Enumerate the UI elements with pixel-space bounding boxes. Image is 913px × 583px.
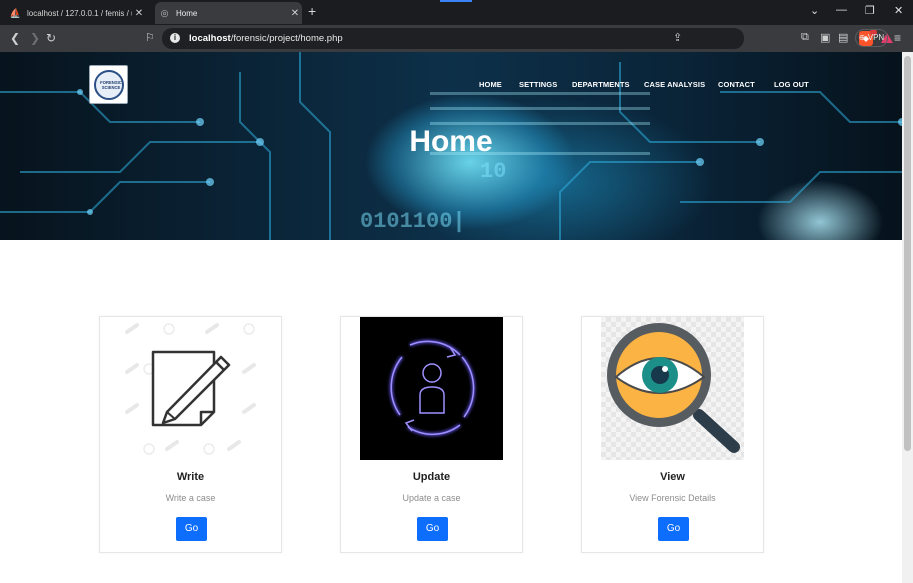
new-tab-button[interactable]: + xyxy=(308,3,316,19)
hero-banner: 0101100| 10 FORENSIC SCIENCE HOME SETTIN… xyxy=(0,52,902,240)
browser-tab-strip: ⛵ localhost / 127.0.0.1 / femis / users … xyxy=(0,0,913,25)
tab-close-icon[interactable]: ✕ xyxy=(288,8,302,19)
view-go-button[interactable]: Go xyxy=(658,517,689,541)
card-description: Write a case xyxy=(165,493,216,503)
nav-case-analysis[interactable]: CASE ANALYSIS xyxy=(644,80,705,89)
card-description: View Forensic Details xyxy=(629,493,716,503)
url-path: /forensic/project/home.php xyxy=(230,33,343,44)
minimize-icon[interactable]: — xyxy=(836,4,847,16)
nav-logout[interactable]: LOG OUT xyxy=(774,80,809,89)
card-view: View View Forensic Details Go xyxy=(581,316,764,553)
nav-departments[interactable]: DEPARTMENTS xyxy=(572,80,630,89)
card-title: Update xyxy=(412,471,451,483)
magnifier-eye-icon xyxy=(601,317,744,460)
card-write: Write Write a case Go xyxy=(99,316,282,553)
svg-text:0101100|: 0101100| xyxy=(360,209,466,234)
scrollbar-thumb[interactable] xyxy=(904,56,911,451)
page-title: Home xyxy=(409,125,493,158)
menu-icon[interactable]: ≡ xyxy=(894,31,901,45)
tab-loading-indicator xyxy=(440,0,472,2)
phpmyadmin-icon: ⛵ xyxy=(9,7,22,18)
tab-title: localhost / 127.0.0.1 / femis / users xyxy=(27,8,132,18)
url-host: localhost xyxy=(189,33,231,44)
card-description: Update a case xyxy=(402,493,461,503)
write-go-button[interactable]: Go xyxy=(176,517,207,541)
update-go-button[interactable]: Go xyxy=(417,517,448,541)
globe-icon: ◎ xyxy=(160,7,169,18)
forward-icon[interactable]: ❯ xyxy=(30,31,40,45)
wallet-icon[interactable]: ▤ xyxy=(838,31,848,44)
bookmark-icon[interactable]: ⚐ xyxy=(145,31,155,44)
tab-close-icon[interactable]: ✕ xyxy=(132,8,146,19)
logo-text: FORENSIC SCIENCE xyxy=(100,80,122,90)
share-icon[interactable]: ⇪ xyxy=(673,31,682,44)
restore-icon[interactable]: ❐ xyxy=(865,4,875,17)
reload-icon[interactable]: ↻ xyxy=(46,31,56,45)
tab-search-dropdown-icon[interactable]: ⌄ xyxy=(810,4,819,17)
page-content: 0101100| 10 FORENSIC SCIENCE HOME SETTIN… xyxy=(0,52,902,583)
nav-contact[interactable]: CONTACT xyxy=(718,80,755,89)
tab-title: Home xyxy=(176,8,198,18)
site-info-icon[interactable]: i xyxy=(170,33,180,43)
nav-home[interactable]: HOME xyxy=(479,80,502,89)
nav-settings[interactable]: SETTINGS xyxy=(519,80,557,89)
window-close-icon[interactable]: ✕ xyxy=(894,4,903,17)
back-icon[interactable]: ❮ xyxy=(10,31,20,45)
pencil-paper-icon xyxy=(119,317,262,460)
address-bar[interactable]: i localhost/forensic/project/home.php ⇪ … xyxy=(162,28,893,49)
extensions-icon[interactable]: ⧉ xyxy=(801,31,809,44)
tab-home[interactable]: ◎ Home ✕ xyxy=(155,2,302,24)
sidebar-icon[interactable]: ▣ xyxy=(820,31,830,44)
tab-phpmyadmin[interactable]: ⛵ localhost / 127.0.0.1 / femis / users … xyxy=(6,2,146,24)
card-title: View xyxy=(660,471,685,483)
user-refresh-icon xyxy=(360,317,503,460)
vpn-button[interactable]: ⊕ VPN xyxy=(855,29,888,47)
vpn-label: VPN xyxy=(867,33,885,42)
forensic-science-seal: FORENSIC SCIENCE xyxy=(94,70,124,100)
svg-text:10: 10 xyxy=(480,159,506,184)
card-update: Update Update a case Go xyxy=(340,316,523,553)
browser-toolbar: ❮ ❯ ↻ ⚐ i localhost/forensic/project/hom… xyxy=(0,25,913,52)
card-title: Write xyxy=(176,471,205,483)
url-text[interactable]: localhost/forensic/project/home.php xyxy=(189,33,343,44)
site-logo[interactable]: FORENSIC SCIENCE xyxy=(89,65,128,104)
page-scrollbar[interactable] xyxy=(902,52,913,583)
